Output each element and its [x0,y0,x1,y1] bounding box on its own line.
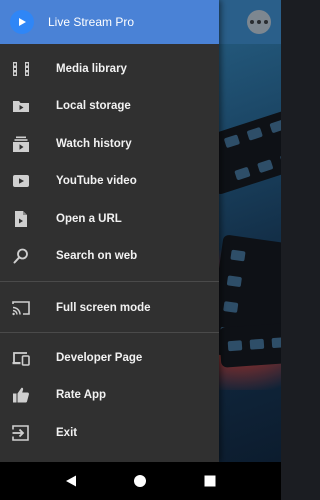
menu-item-label: Search on web [56,249,138,262]
file-icon [11,209,31,229]
menu-item-search-web[interactable]: Search on web [0,237,219,274]
drawer-header[interactable]: Live Stream Pro [0,0,219,44]
film-icon [11,59,31,79]
back-icon[interactable] [61,471,81,491]
menu-item-exit[interactable]: Exit [0,414,219,451]
more-options-button[interactable] [247,10,271,34]
devices-icon [11,348,31,368]
app-title: Live Stream Pro [48,15,135,29]
cast-icon [11,298,31,318]
menu-item-open-url[interactable]: Open a URL [0,200,219,237]
film-strip [218,322,281,368]
menu-item-label: Exit [56,426,78,439]
menu-divider [0,332,219,333]
menu-item-label: Full screen mode [56,301,151,314]
history-icon [11,134,31,154]
folder-icon [11,96,31,116]
menu-item-full-screen-mode[interactable]: Full screen mode [0,289,219,326]
thumbs-up-icon [11,385,31,405]
recents-icon[interactable] [200,471,220,491]
menu-item-developer-page[interactable]: Developer Page [0,339,219,376]
app-logo-play-icon [10,10,34,34]
menu-item-label: Media library [56,62,127,75]
home-icon[interactable] [130,471,150,491]
youtube-icon [11,171,31,191]
exit-icon [11,423,31,443]
menu-item-media-library[interactable]: Media library [0,50,219,87]
menu-item-label: Open a URL [56,212,122,225]
menu-item-label: Developer Page [56,351,143,364]
system-navigation-bar [0,462,281,500]
menu-item-label: Watch history [56,137,132,150]
menu-item-label: Rate App [56,388,107,401]
menu-divider [0,281,219,282]
menu-item-youtube-video[interactable]: YouTube video [0,162,219,199]
menu-item-label: YouTube video [56,174,137,187]
menu-item-watch-history[interactable]: Watch history [0,125,219,162]
menu-item-local-storage[interactable]: Local storage [0,87,219,124]
menu-item-rate-app[interactable]: Rate App [0,376,219,413]
navigation-drawer: Live Stream Pro Media library Local stor… [0,0,219,462]
menu-item-label: Local storage [56,99,131,112]
search-icon [11,246,31,266]
